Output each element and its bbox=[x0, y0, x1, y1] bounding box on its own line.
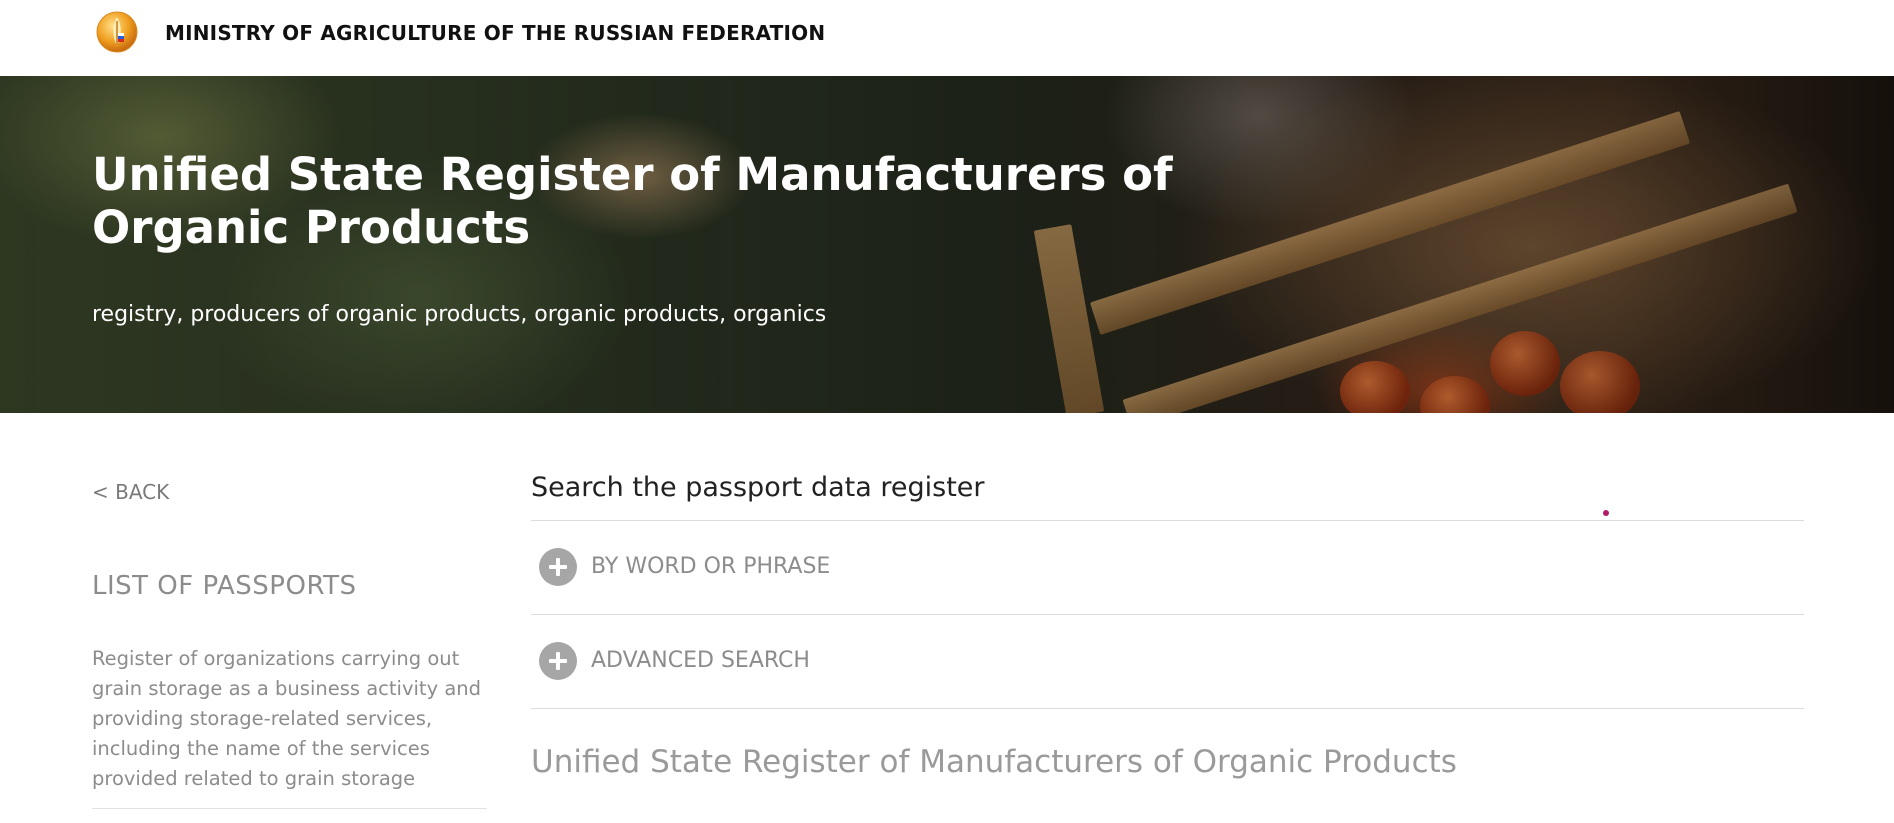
list-of-passports-heading[interactable]: LIST OF PASSPORTS bbox=[92, 571, 357, 601]
divider bbox=[531, 708, 1804, 709]
top-bar: MINISTRY OF AGRICULTURE OF THE RUSSIAN F… bbox=[0, 0, 1894, 76]
hero-banner: Unified State Register of Manufacturers … bbox=[0, 76, 1894, 413]
divider bbox=[92, 808, 487, 809]
page-title: Unified State Register of Manufacturers … bbox=[92, 148, 1173, 254]
accordion-label[interactable]: BY WORD OR PHRASE bbox=[591, 554, 830, 579]
hero-keywords: registry, producers of organic products,… bbox=[92, 302, 827, 327]
back-link[interactable]: < BACK bbox=[92, 480, 169, 504]
accordion-advanced-search[interactable]: ADVANCED SEARCH bbox=[531, 632, 1804, 692]
accordion-word-or-phrase[interactable]: BY WORD OR PHRASE bbox=[531, 538, 1804, 598]
divider bbox=[531, 614, 1804, 615]
accordion-label[interactable]: ADVANCED SEARCH bbox=[591, 648, 810, 673]
plus-circle-icon[interactable] bbox=[539, 642, 577, 680]
registry-title: Unified State Register of Manufacturers … bbox=[531, 744, 1457, 780]
divider bbox=[531, 520, 1804, 521]
ministry-name[interactable]: MINISTRY OF AGRICULTURE OF THE RUSSIAN F… bbox=[165, 21, 825, 45]
search-section-title: Search the passport data register bbox=[531, 472, 985, 503]
accent-dot bbox=[1603, 510, 1609, 516]
wheat-emblem-icon[interactable] bbox=[96, 11, 138, 53]
plus-circle-icon[interactable] bbox=[539, 548, 577, 586]
list-description[interactable]: Register of organizations carrying out g… bbox=[92, 644, 487, 794]
